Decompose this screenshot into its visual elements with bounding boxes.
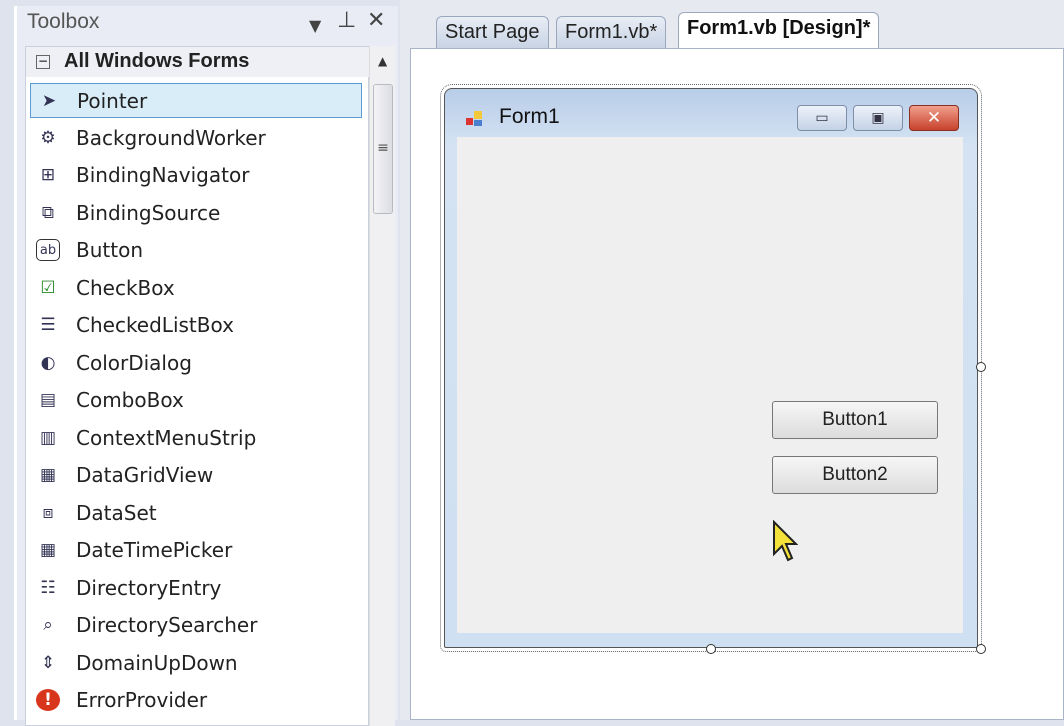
directory-searcher-icon: ⌕ <box>43 615 53 635</box>
checked-list-box-icon: ☰ <box>40 315 56 335</box>
error-provider-icon: ! <box>36 689 60 711</box>
toolbox-item-label: ErrorProvider <box>76 688 208 712</box>
background-worker-icon: ⚙ <box>40 127 56 148</box>
editor-area: Start Page Form1.vb* Form1.vb [Design]* … <box>400 0 1064 720</box>
maximize-button[interactable]: ▣ <box>853 105 903 131</box>
form1-window[interactable]: Form1 ▭ ▣ ✕ Button1 Button2 <box>440 84 982 652</box>
toolbox-item-label: Pointer <box>77 89 148 113</box>
toolbox-title: Toolbox <box>27 10 100 33</box>
toolbox-item-directorysearcher[interactable]: ⌕ DirectorySearcher <box>30 608 362 643</box>
scrollbar[interactable]: ▲ ≡ <box>369 46 395 726</box>
toolbox-item-colordialog[interactable]: ◐ ColorDialog <box>30 346 362 381</box>
button1[interactable]: Button1 <box>772 401 938 439</box>
dataset-icon: ⧈ <box>42 502 54 523</box>
form-icon <box>466 111 482 126</box>
form-title: Form1 <box>499 105 560 128</box>
dropdown-icon[interactable]: ▼ <box>309 16 321 35</box>
toolbox-item-label: DateTimePicker <box>76 538 233 562</box>
combobox-icon: ▤ <box>39 390 57 410</box>
binding-source-icon: ⧉ <box>41 202 55 223</box>
data-grid-view-icon: ▦ <box>39 465 57 485</box>
resize-handle-corner[interactable] <box>976 644 986 654</box>
toolbox-item-combobox[interactable]: ▤ ComboBox <box>30 383 362 418</box>
color-dialog-icon: ◐ <box>40 352 56 373</box>
button2[interactable]: Button2 <box>772 456 938 494</box>
group-label: All Windows Forms <box>64 50 250 72</box>
toolbox-item-label: Button <box>76 238 143 262</box>
toolbox-item-directoryentry[interactable]: ☷ DirectoryEntry <box>30 571 362 606</box>
domain-up-down-icon: ⇕ <box>40 652 56 673</box>
toolbox-item-label: DataSet <box>76 500 157 525</box>
toolbox-item-datagridview[interactable]: ▦ DataGridView <box>30 458 362 493</box>
toolbox-item-label: BindingSource <box>76 200 221 225</box>
toolbox-item-contextmenustrip[interactable]: ▥ ContextMenuStrip <box>30 421 362 456</box>
minimize-button[interactable]: ▭ <box>797 105 847 131</box>
toolbox-item-checkbox[interactable]: ☑ CheckBox <box>30 271 362 306</box>
toolbox-item-button[interactable]: ab Button <box>30 233 362 268</box>
context-menu-strip-icon: ▥ <box>39 427 57 448</box>
toolbox-item-bindingsource[interactable]: ⧉ BindingSource <box>30 196 362 231</box>
toolbox-item-errorprovider[interactable]: ! ErrorProvider <box>30 683 362 718</box>
toolbox-list: − All Windows Forms ➤ Pointer ⚙ BackgroundW… <box>25 46 370 726</box>
resize-handle-right[interactable] <box>976 362 986 372</box>
toolbox-item-label: DataGridView <box>76 463 214 487</box>
toolbox-item-label: ComboBox <box>76 388 184 412</box>
toolbox-item-checkedlistbox[interactable]: ☰ CheckedListBox <box>30 308 362 343</box>
close-window-button[interactable]: ✕ <box>909 105 959 131</box>
toolbox-item-label: DirectoryEntry <box>76 575 222 600</box>
form-client-area: Button1 Button2 <box>457 137 963 633</box>
toolbox-item-dataset[interactable]: ⧈ DataSet <box>30 496 362 531</box>
binding-navigator-icon: ⊞ <box>40 165 56 185</box>
toolbox-item-label: ContextMenuStrip <box>76 425 257 450</box>
toolbox-item-label: DirectorySearcher <box>76 613 258 637</box>
toolbox-panel: Toolbox ▼ ⊥ ✕ − All Windows Forms ➤ Point… <box>14 6 398 726</box>
toolbox-item-label: BindingNavigator <box>76 163 250 187</box>
toolbox-item-bindingnavigator[interactable]: ⊞ BindingNavigator <box>30 158 362 193</box>
toolbox-item-label: BackgroundWorker <box>76 125 266 150</box>
group-header[interactable]: − All Windows Forms <box>26 47 370 77</box>
close-icon[interactable]: ✕ <box>367 8 385 33</box>
toolbox-item-backgroundworker[interactable]: ⚙ BackgroundWorker <box>30 121 362 156</box>
toolbox-item-pointer[interactable]: ➤ Pointer <box>30 83 362 118</box>
scroll-thumb[interactable]: ≡ <box>373 84 393 214</box>
button-icon: ab <box>36 239 60 261</box>
toolbox-item-label: DomainUpDown <box>76 650 238 675</box>
pin-icon[interactable]: ⊥ <box>337 8 356 33</box>
toolbox-item-label: CheckedListBox <box>76 313 234 337</box>
date-time-picker-icon: ▦ <box>39 540 57 560</box>
directory-entry-icon: ☷ <box>40 577 56 598</box>
resize-handle-bottom[interactable] <box>706 644 716 654</box>
tab-form1-design[interactable]: Form1.vb [Design]* <box>678 12 880 49</box>
tab-form1-vb[interactable]: Form1.vb* <box>556 16 667 48</box>
checkbox-icon: ☑ <box>40 277 56 298</box>
toolbox-item-domainupdown[interactable]: ⇕ DomainUpDown <box>30 646 362 681</box>
toolbox-item-label: ColorDialog <box>76 350 192 375</box>
scroll-up-icon[interactable]: ▲ <box>378 54 387 68</box>
mouse-cursor-icon <box>773 520 798 562</box>
toolbox-item-datetimepicker[interactable]: ▦ DateTimePicker <box>30 533 362 568</box>
collapse-icon[interactable]: − <box>36 55 50 69</box>
tab-start-page[interactable]: Start Page <box>436 16 549 48</box>
toolbox-item-label: CheckBox <box>76 275 175 300</box>
pointer-icon: ➤ <box>41 91 57 111</box>
